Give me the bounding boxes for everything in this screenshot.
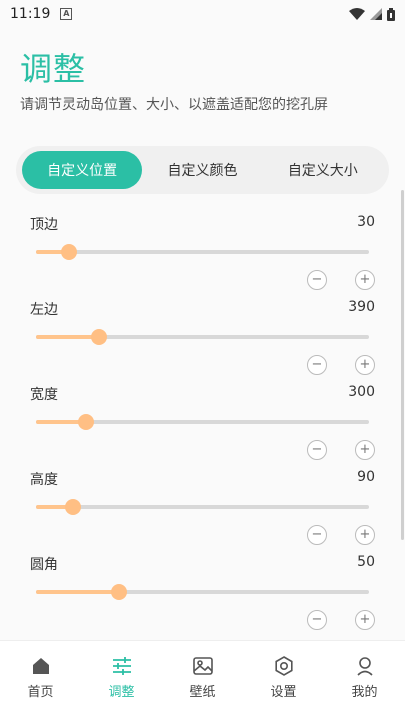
slider-thumb[interactable] [64, 499, 81, 515]
nav-profile[interactable]: 我的 [324, 655, 405, 700]
slider-value: 390 [348, 299, 375, 315]
nav-label: 设置 [270, 685, 297, 700]
decrement-button[interactable]: − [307, 525, 327, 545]
increment-button[interactable]: + [355, 610, 375, 630]
slider-thumb[interactable] [61, 244, 78, 260]
slider-corner-radius: 圆角 50 − + [30, 554, 375, 639]
slider-label: 顶边 [30, 217, 58, 233]
tab-custom-color[interactable]: 自定义颜色 [142, 151, 262, 189]
image-icon [192, 657, 213, 675]
slider-thumb[interactable] [111, 584, 128, 600]
increment-button[interactable]: + [355, 355, 375, 375]
slider-value: 300 [348, 384, 375, 400]
slider-label: 左边 [30, 302, 58, 318]
slider-fill [36, 335, 100, 339]
slider-top: 顶边 30 − + [30, 214, 375, 299]
slider-value: 90 [357, 469, 375, 485]
slider-list: 顶边 30 − + 左边 390 − + 宽度 300 − + 高度 90 − … [0, 214, 405, 639]
decrement-button[interactable]: − [307, 440, 327, 460]
slider-value: 30 [357, 214, 375, 230]
slider-height: 高度 90 − + [30, 469, 375, 554]
slider-track[interactable] [36, 329, 369, 345]
wifi-icon [349, 8, 365, 20]
slider-label: 圆角 [30, 557, 58, 573]
slider-track[interactable] [36, 499, 369, 515]
nav-settings[interactable]: 设置 [243, 655, 324, 700]
gear-icon [274, 656, 293, 676]
nav-label: 壁纸 [189, 685, 216, 700]
slider-thumb[interactable] [91, 329, 108, 345]
sliders-icon [112, 657, 131, 675]
slider-track[interactable] [36, 414, 369, 430]
slider-left: 左边 390 − + [30, 299, 375, 384]
increment-button[interactable]: + [355, 440, 375, 460]
decrement-button[interactable]: − [307, 610, 327, 630]
slider-value: 50 [357, 554, 375, 570]
slider-label: 高度 [30, 472, 58, 488]
decrement-button[interactable]: − [307, 270, 327, 290]
tab-custom-position[interactable]: 自定义位置 [22, 151, 143, 189]
tab-bar: 自定义位置 自定义颜色 自定义大小 [16, 146, 389, 194]
nav-label: 首页 [27, 685, 54, 700]
battery-icon [387, 7, 395, 21]
page-title: 调整 [20, 50, 87, 88]
scrollbar[interactable] [401, 190, 404, 540]
nav-adjust[interactable]: 调整 [81, 655, 162, 700]
header: 调整 请调节灵动岛位置、大小、以遮盖适配您的挖孔屏 [0, 28, 405, 114]
signal-icon [370, 8, 382, 20]
status-time: 11:19 [10, 6, 51, 22]
slider-width: 宽度 300 − + [30, 384, 375, 469]
nav-label: 调整 [108, 685, 135, 700]
increment-button[interactable]: + [355, 270, 375, 290]
person-icon [356, 657, 373, 676]
page-subtitle: 请调节灵动岛位置、大小、以遮盖适配您的挖孔屏 [20, 97, 328, 113]
slider-track[interactable] [36, 244, 369, 260]
notification-a-icon: A [60, 8, 73, 20]
tab-custom-size[interactable]: 自定义大小 [263, 151, 383, 189]
slider-label: 宽度 [30, 387, 58, 403]
slider-fill [36, 590, 120, 594]
decrement-button[interactable]: − [307, 355, 327, 375]
slider-thumb[interactable] [77, 414, 94, 430]
home-icon [32, 658, 49, 674]
bottom-nav: 首页 调整 壁纸 设置 我的 [0, 640, 405, 720]
slider-track[interactable] [36, 584, 369, 600]
nav-wallpaper[interactable]: 壁纸 [162, 655, 243, 700]
increment-button[interactable]: + [355, 525, 375, 545]
nav-home[interactable]: 首页 [0, 655, 81, 700]
status-bar: 11:19 A [0, 0, 405, 28]
nav-label: 我的 [351, 685, 378, 700]
